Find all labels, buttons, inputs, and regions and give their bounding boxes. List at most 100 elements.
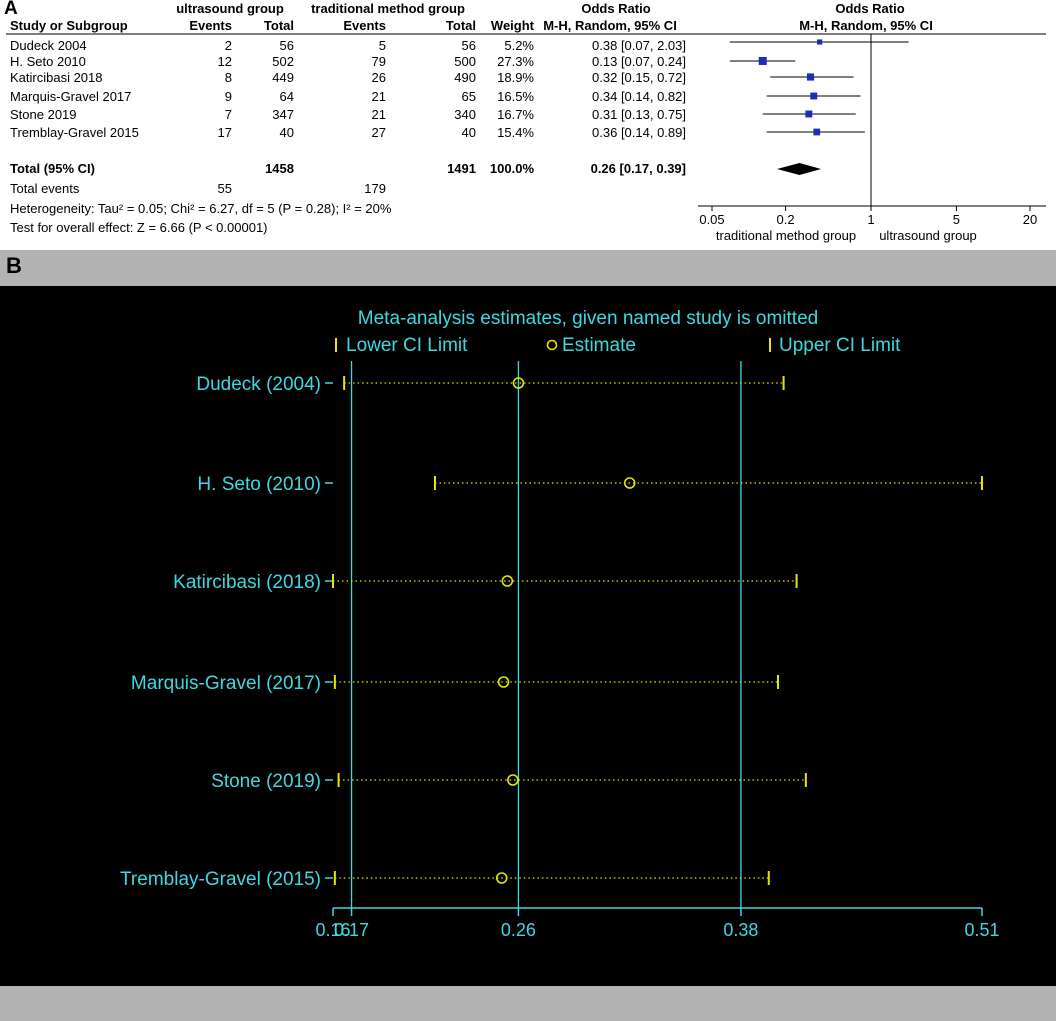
total2-cell: 56	[462, 38, 476, 53]
col-header-events2: Events	[343, 18, 386, 33]
total-ci-cell: 0.26 [0.17, 0.39]	[591, 161, 686, 176]
axis-label-right: ultrasound group	[879, 228, 977, 243]
ci-cell: 0.31 [0.13, 0.75]	[592, 107, 686, 122]
events2-cell: 27	[372, 125, 386, 140]
study-name: Katircibasi 2018	[10, 70, 103, 85]
weight-cell: 18.9%	[497, 70, 534, 85]
col-header-method-left: M-H, Random, 95% CI	[543, 18, 677, 33]
study-name: Dudeck 2004	[10, 38, 87, 53]
total-events1-cell: 55	[218, 181, 232, 196]
panel-a-letter: A	[4, 0, 18, 19]
total-label: Total (95% CI)	[10, 161, 95, 176]
study-name: Stone 2019	[10, 107, 77, 122]
ci-cell: 0.38 [0.07, 2.03]	[592, 38, 686, 53]
panel-a: A ultrasound group traditional method gr…	[0, 0, 1056, 250]
total1-cell: 56	[280, 38, 294, 53]
weight-cell: 27.3%	[497, 54, 534, 69]
study-label: Stone (2019)	[211, 771, 321, 792]
total1-cell: 64	[280, 89, 294, 104]
x-tick-label: 20	[1023, 212, 1037, 227]
legend-upper-label: Upper CI Limit	[779, 335, 901, 356]
x-tick-label: 0.51	[964, 920, 999, 940]
x-tick-label: 0.2	[777, 212, 795, 227]
panel-b: Meta-analysis estimates, given named stu…	[0, 286, 1056, 986]
col-header-events1: Events	[189, 18, 232, 33]
odds-ratio-header-left: Odds Ratio	[581, 1, 650, 16]
point-estimate-square	[810, 92, 818, 100]
table-row: Dudeck 2004 2 56 5 56 5.2% 0.38 [0.07, 2…	[10, 38, 686, 53]
point-estimate-square	[813, 128, 821, 136]
legend-estimate-label: Estimate	[562, 335, 636, 356]
events2-cell: 5	[379, 38, 386, 53]
point-estimate-square	[806, 73, 815, 81]
x-tick-label: 1	[867, 212, 874, 227]
events2-cell: 26	[372, 70, 386, 85]
point-estimate-square	[758, 57, 767, 65]
events1-cell: 9	[225, 89, 232, 104]
total-events-label: Total events	[10, 181, 80, 196]
weight-cell: 16.7%	[497, 107, 534, 122]
total1-cell: 449	[272, 70, 294, 85]
total2-cell: 500	[454, 54, 476, 69]
ci-cell: 0.13 [0.07, 0.24]	[592, 54, 686, 69]
events1-cell: 12	[218, 54, 232, 69]
total1-cell: 40	[280, 125, 294, 140]
table-row: Marquis-Gravel 2017 9 64 21 65 16.5% 0.3…	[10, 89, 686, 104]
weight-cell: 5.2%	[504, 38, 534, 53]
study-label: H. Seto (2010)	[197, 474, 321, 495]
table-row: H. Seto 2010 12 502 79 500 27.3% 0.13 [0…	[10, 54, 686, 69]
col-header-method-right: M-H, Random, 95% CI	[799, 18, 933, 33]
odds-ratio-header-right: Odds Ratio	[835, 1, 904, 16]
col-header-total2: Total	[446, 18, 476, 33]
total1-cell: 502	[272, 54, 294, 69]
sensitivity-title: Meta-analysis estimates, given named stu…	[358, 308, 818, 329]
total1-cell: 1458	[265, 161, 294, 176]
heterogeneity-text: Heterogeneity: Tau² = 0.05; Chi² = 6.27,…	[10, 201, 392, 216]
study-rows: Dudeck 2004 2 56 5 56 5.2% 0.38 [0.07, 2…	[10, 38, 686, 140]
total2-cell: 340	[454, 107, 476, 122]
axis-label-left: traditional method group	[716, 228, 856, 243]
total-row: Total (95% CI) 1458 1491 100.0% 0.26 [0.…	[10, 161, 686, 176]
study-label: Marquis-Gravel (2017)	[131, 673, 321, 694]
panel-b-footer-bar	[0, 986, 1056, 1021]
total2-cell: 65	[462, 89, 476, 104]
panel-b-letter: B	[6, 253, 22, 278]
study-label: Dudeck (2004)	[196, 374, 321, 395]
forest-plot: A ultrasound group traditional method gr…	[4, 0, 1046, 243]
events2-cell: 21	[372, 89, 386, 104]
x-tick-label: 0.38	[723, 920, 758, 940]
total1-cell: 347	[272, 107, 294, 122]
events1-cell: 8	[225, 70, 232, 85]
study-label: Tremblay-Gravel (2015)	[120, 869, 321, 890]
events2-cell: 79	[372, 54, 386, 69]
sensitivity-plot: Meta-analysis estimates, given named stu…	[0, 286, 1056, 986]
x-tick-label: 0.17	[334, 920, 369, 940]
table-row: Stone 2019 7 347 21 340 16.7% 0.31 [0.13…	[10, 107, 686, 122]
control-group-header: traditional method group	[311, 1, 465, 16]
total-events2-cell: 179	[364, 181, 386, 196]
events1-cell: 17	[218, 125, 232, 140]
forest-plot-area: 0.05 0.2 1 5 20	[698, 34, 1046, 227]
study-name: Marquis-Gravel 2017	[10, 89, 131, 104]
overall-effect-text: Test for overall effect: Z = 6.66 (P < 0…	[10, 220, 268, 235]
point-estimate-square	[817, 39, 823, 45]
legend: Lower CI Limit Estimate Upper CI Limit	[335, 335, 901, 356]
panel-b-header-bar: B	[0, 250, 1056, 286]
table-row: Katircibasi 2018 8 449 26 490 18.9% 0.32…	[10, 70, 686, 85]
ci-cell: 0.34 [0.14, 0.82]	[592, 89, 686, 104]
col-header-total1: Total	[264, 18, 294, 33]
ci-cell: 0.36 [0.14, 0.89]	[592, 125, 686, 140]
x-tick-label: 0.05	[699, 212, 724, 227]
point-estimate-square	[805, 110, 813, 118]
study-name: H. Seto 2010	[10, 54, 86, 69]
study-label: Katircibasi (2018)	[173, 572, 321, 593]
total2-cell: 40	[462, 125, 476, 140]
table-row: Tremblay-Gravel 2015 17 40 27 40 15.4% 0…	[10, 125, 686, 140]
total2-cell: 490	[454, 70, 476, 85]
total-weight-cell: 100.0%	[490, 161, 535, 176]
study-name: Tremblay-Gravel 2015	[10, 125, 139, 140]
col-header-weight: Weight	[491, 18, 535, 33]
weight-cell: 15.4%	[497, 125, 534, 140]
ci-cell: 0.32 [0.15, 0.72]	[592, 70, 686, 85]
x-tick-label: 5	[953, 212, 960, 227]
